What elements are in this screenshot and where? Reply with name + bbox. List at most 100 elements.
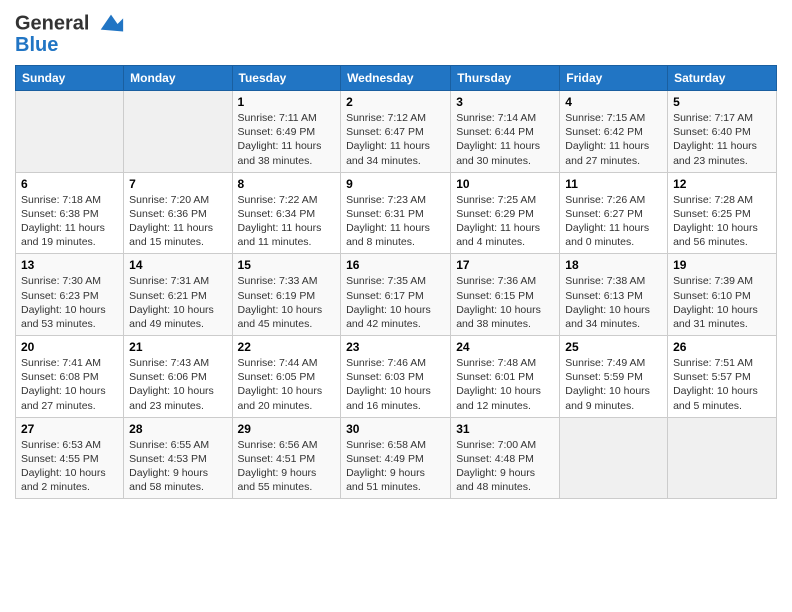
calendar-cell: 12 Sunrise: 7:28 AMSunset: 6:25 PMDayligh…	[668, 172, 777, 254]
day-info: Sunrise: 7:38 AMSunset: 6:13 PMDaylight:…	[565, 274, 662, 331]
calendar-cell: 10Sunrise: 7:25 AMSunset: 6:29 PMDayligh…	[451, 172, 560, 254]
day-info: Sunrise: 6:58 AMSunset: 4:49 PMDaylight:…	[346, 438, 445, 495]
day-info: Sunrise: 7:28 AMSunset: 6:25 PMDaylight:…	[673, 193, 771, 250]
calendar-cell: 18 Sunrise: 7:38 AMSunset: 6:13 PMDayligh…	[560, 254, 668, 336]
day-info: Sunrise: 7:39 AMSunset: 6:10 PMDaylight:…	[673, 274, 771, 331]
day-info: Sunrise: 7:00 AMSunset: 4:48 PMDaylight:…	[456, 438, 554, 495]
day-number: 10	[456, 177, 554, 191]
day-number: 20	[21, 340, 118, 354]
calendar-cell: 13 Sunrise: 7:30 AMSunset: 6:23 PMDayligh…	[16, 254, 124, 336]
calendar-container: General Blue SundayMondayTuesdayWednesda…	[0, 0, 792, 509]
calendar-cell: 23 Sunrise: 7:46 AMSunset: 6:03 PMDayligh…	[341, 336, 451, 418]
weekday-header-wednesday: Wednesday	[341, 66, 451, 91]
day-number: 23	[346, 340, 445, 354]
day-info: Sunrise: 7:14 AMSunset: 6:44 PMDaylight:…	[456, 111, 554, 168]
day-number: 4	[565, 95, 662, 109]
weekday-header-friday: Friday	[560, 66, 668, 91]
calendar-cell: 29 Sunrise: 6:56 AMSunset: 4:51 PMDayligh…	[232, 417, 341, 499]
calendar-cell: 25 Sunrise: 7:49 AMSunset: 5:59 PMDayligh…	[560, 336, 668, 418]
weekday-header-monday: Monday	[124, 66, 232, 91]
calendar-cell: 7Sunrise: 7:20 AMSunset: 6:36 PMDaylight…	[124, 172, 232, 254]
day-number: 8	[238, 177, 336, 191]
logo-bird-icon	[97, 10, 125, 38]
weekday-header-row: SundayMondayTuesdayWednesdayThursdayFrid…	[16, 66, 777, 91]
day-number: 5	[673, 95, 771, 109]
weekday-header-thursday: Thursday	[451, 66, 560, 91]
calendar-cell: 11Sunrise: 7:26 AMSunset: 6:27 PMDayligh…	[560, 172, 668, 254]
day-info: Sunrise: 7:22 AMSunset: 6:34 PMDaylight:…	[238, 193, 336, 250]
calendar-cell	[16, 91, 124, 173]
calendar-cell: 22 Sunrise: 7:44 AMSunset: 6:05 PMDayligh…	[232, 336, 341, 418]
day-number: 21	[129, 340, 226, 354]
calendar-cell: 3 Sunrise: 7:14 AMSunset: 6:44 PMDaylight…	[451, 91, 560, 173]
calendar-cell	[668, 417, 777, 499]
day-info: Sunrise: 7:51 AMSunset: 5:57 PMDaylight:…	[673, 356, 771, 413]
calendar-cell: 27Sunrise: 6:53 AMSunset: 4:55 PMDayligh…	[16, 417, 124, 499]
calendar-cell: 9 Sunrise: 7:23 AMSunset: 6:31 PMDaylight…	[341, 172, 451, 254]
week-row-1: 1Sunrise: 7:11 AMSunset: 6:49 PMDaylight…	[16, 91, 777, 173]
calendar-cell	[124, 91, 232, 173]
week-row-2: 6 Sunrise: 7:18 AMSunset: 6:38 PMDaylight…	[16, 172, 777, 254]
day-number: 13	[21, 258, 118, 272]
day-number: 30	[346, 422, 445, 436]
day-number: 12	[673, 177, 771, 191]
day-number: 2	[346, 95, 445, 109]
day-number: 16	[346, 258, 445, 272]
calendar-cell: 17Sunrise: 7:36 AMSunset: 6:15 PMDayligh…	[451, 254, 560, 336]
day-number: 18	[565, 258, 662, 272]
calendar-cell: 16Sunrise: 7:35 AMSunset: 6:17 PMDayligh…	[341, 254, 451, 336]
calendar-cell: 24Sunrise: 7:48 AMSunset: 6:01 PMDayligh…	[451, 336, 560, 418]
day-number: 19	[673, 258, 771, 272]
day-number: 15	[238, 258, 336, 272]
day-info: Sunrise: 7:31 AMSunset: 6:21 PMDaylight:…	[129, 274, 226, 331]
day-number: 28	[129, 422, 226, 436]
calendar-cell: 31 Sunrise: 7:00 AMSunset: 4:48 PMDayligh…	[451, 417, 560, 499]
calendar-cell: 4 Sunrise: 7:15 AMSunset: 6:42 PMDaylight…	[560, 91, 668, 173]
day-info: Sunrise: 7:41 AMSunset: 6:08 PMDaylight:…	[21, 356, 118, 413]
calendar-table: SundayMondayTuesdayWednesdayThursdayFrid…	[15, 65, 777, 499]
day-info: Sunrise: 7:15 AMSunset: 6:42 PMDaylight:…	[565, 111, 662, 168]
calendar-cell: 15Sunrise: 7:33 AMSunset: 6:19 PMDayligh…	[232, 254, 341, 336]
day-number: 7	[129, 177, 226, 191]
day-number: 3	[456, 95, 554, 109]
calendar-cell: 21 Sunrise: 7:43 AMSunset: 6:06 PMDayligh…	[124, 336, 232, 418]
day-number: 14	[129, 258, 226, 272]
day-info: Sunrise: 7:44 AMSunset: 6:05 PMDaylight:…	[238, 356, 336, 413]
weekday-header-sunday: Sunday	[16, 66, 124, 91]
calendar-cell: 1Sunrise: 7:11 AMSunset: 6:49 PMDaylight…	[232, 91, 341, 173]
day-number: 1	[238, 95, 336, 109]
day-number: 6	[21, 177, 118, 191]
day-number: 25	[565, 340, 662, 354]
day-number: 22	[238, 340, 336, 354]
day-number: 24	[456, 340, 554, 354]
day-info: Sunrise: 7:23 AMSunset: 6:31 PMDaylight:…	[346, 193, 445, 250]
day-info: Sunrise: 7:26 AMSunset: 6:27 PMDaylight:…	[565, 193, 662, 250]
day-info: Sunrise: 7:18 AMSunset: 6:38 PMDaylight:…	[21, 193, 118, 250]
calendar-cell: 5 Sunrise: 7:17 AMSunset: 6:40 PMDaylight…	[668, 91, 777, 173]
day-info: Sunrise: 7:43 AMSunset: 6:06 PMDaylight:…	[129, 356, 226, 413]
day-number: 9	[346, 177, 445, 191]
weekday-header-saturday: Saturday	[668, 66, 777, 91]
day-number: 29	[238, 422, 336, 436]
logo-general: General	[15, 12, 89, 34]
calendar-cell	[560, 417, 668, 499]
day-number: 26	[673, 340, 771, 354]
calendar-cell: 2Sunrise: 7:12 AMSunset: 6:47 PMDaylight…	[341, 91, 451, 173]
week-row-3: 13 Sunrise: 7:30 AMSunset: 6:23 PMDayligh…	[16, 254, 777, 336]
day-number: 31	[456, 422, 554, 436]
day-info: Sunrise: 7:49 AMSunset: 5:59 PMDaylight:…	[565, 356, 662, 413]
week-row-5: 27Sunrise: 6:53 AMSunset: 4:55 PMDayligh…	[16, 417, 777, 499]
day-info: Sunrise: 7:46 AMSunset: 6:03 PMDaylight:…	[346, 356, 445, 413]
day-info: Sunrise: 7:17 AMSunset: 6:40 PMDaylight:…	[673, 111, 771, 168]
day-info: Sunrise: 6:55 AMSunset: 4:53 PMDaylight:…	[129, 438, 226, 495]
day-info: Sunrise: 7:30 AMSunset: 6:23 PMDaylight:…	[21, 274, 118, 331]
calendar-cell: 20 Sunrise: 7:41 AMSunset: 6:08 PMDayligh…	[16, 336, 124, 418]
calendar-cell: 14 Sunrise: 7:31 AMSunset: 6:21 PMDayligh…	[124, 254, 232, 336]
day-info: Sunrise: 6:56 AMSunset: 4:51 PMDaylight:…	[238, 438, 336, 495]
day-info: Sunrise: 6:53 AMSunset: 4:55 PMDaylight:…	[21, 438, 118, 495]
calendar-cell: 26 Sunrise: 7:51 AMSunset: 5:57 PMDayligh…	[668, 336, 777, 418]
calendar-cell: 8 Sunrise: 7:22 AMSunset: 6:34 PMDaylight…	[232, 172, 341, 254]
calendar-cell: 30 Sunrise: 6:58 AMSunset: 4:49 PMDayligh…	[341, 417, 451, 499]
day-info: Sunrise: 7:36 AMSunset: 6:15 PMDaylight:…	[456, 274, 554, 331]
weekday-header-tuesday: Tuesday	[232, 66, 341, 91]
